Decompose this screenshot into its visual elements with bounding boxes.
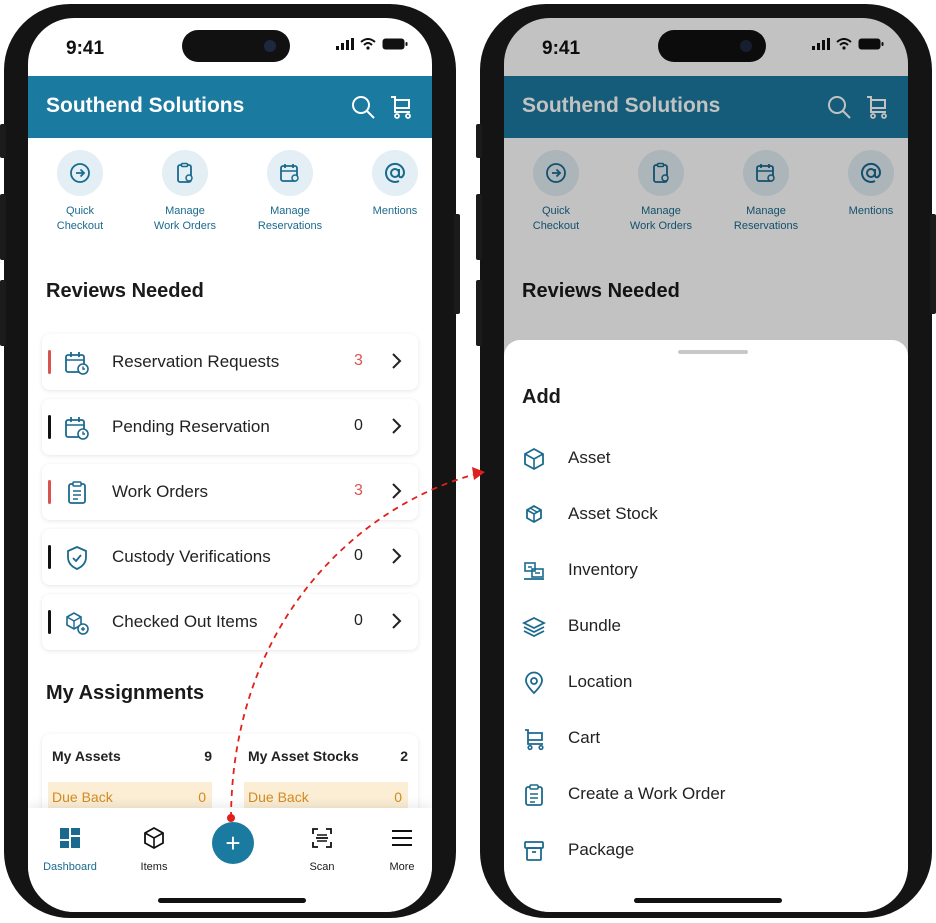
stage: 9:41 Southend Solutions Quick Checkout M… xyxy=(0,0,936,923)
flow-connector-arrow xyxy=(227,467,485,822)
